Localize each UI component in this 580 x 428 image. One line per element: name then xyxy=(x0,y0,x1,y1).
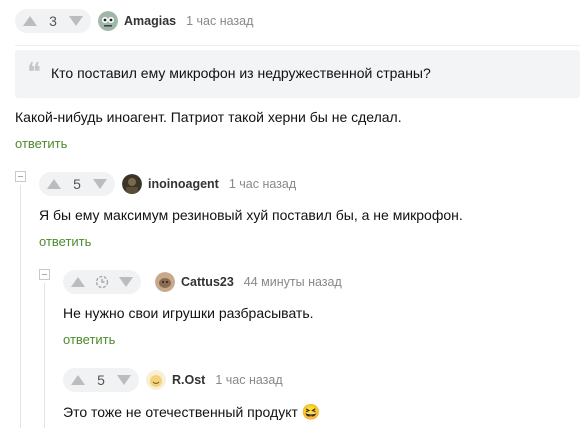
author-name[interactable]: Cattus23 xyxy=(181,275,234,289)
timestamp[interactable]: 1 час назад xyxy=(186,14,253,28)
upvote-button[interactable] xyxy=(71,275,85,289)
comment-text: Это тоже не отечественный продукт 😆 xyxy=(63,403,320,421)
arrow-down-icon xyxy=(117,375,131,385)
downvote-button[interactable] xyxy=(117,373,131,387)
timestamp[interactable]: 1 час назад xyxy=(229,177,296,191)
downvote-button[interactable] xyxy=(93,177,107,191)
score: 5 xyxy=(73,176,81,192)
collapse-thread-button[interactable] xyxy=(39,269,50,280)
upvote-button[interactable] xyxy=(23,14,37,28)
timestamp[interactable]: 44 минуты назад xyxy=(244,275,342,289)
upvote-button[interactable] xyxy=(71,373,85,387)
avatar[interactable] xyxy=(122,174,142,194)
comment-header: Cattus23 44 минуты назад xyxy=(155,272,342,292)
thread-line xyxy=(20,185,21,428)
avatar[interactable] xyxy=(98,11,118,31)
arrow-up-icon xyxy=(71,277,85,287)
reply-link[interactable]: ответить xyxy=(39,234,91,249)
author-name[interactable]: inoinoagent xyxy=(148,177,219,191)
comment-text: Какой-нибудь иноагент. Патриот такой хер… xyxy=(15,109,402,125)
vote-controls xyxy=(63,270,141,294)
vote-controls: 5 xyxy=(39,172,115,196)
timestamp[interactable]: 1 час назад xyxy=(215,373,282,387)
arrow-up-icon xyxy=(23,16,37,26)
quote-block: ❝ Кто поставил ему микрофон из недружест… xyxy=(15,50,580,98)
reply-link[interactable]: ответить xyxy=(63,332,115,347)
comment-header: Amagias 1 час назад xyxy=(98,11,253,31)
clock-icon xyxy=(95,275,109,289)
comment-header: R.Ost 1 час назад xyxy=(146,370,283,390)
quote-icon: ❝ xyxy=(27,58,41,88)
reply-link[interactable]: ответить xyxy=(15,136,67,151)
comment-header: inoinoagent 1 час назад xyxy=(122,174,296,194)
laughing-emoji-icon: 😆 xyxy=(301,404,321,421)
vote-controls: 3 xyxy=(15,9,91,33)
avatar[interactable] xyxy=(146,370,166,390)
score: 5 xyxy=(97,372,105,388)
pending-score xyxy=(95,275,109,289)
arrow-down-icon xyxy=(119,277,133,287)
vote-controls: 5 xyxy=(63,368,139,392)
upvote-button[interactable] xyxy=(47,177,61,191)
arrow-down-icon xyxy=(69,16,83,26)
arrow-up-icon xyxy=(47,179,61,189)
divider xyxy=(15,45,580,46)
arrow-down-icon xyxy=(93,179,107,189)
avatar[interactable] xyxy=(155,272,175,292)
downvote-button[interactable] xyxy=(69,14,83,28)
downvote-button[interactable] xyxy=(119,275,133,289)
collapse-thread-button[interactable] xyxy=(15,171,26,182)
quote-text: Кто поставил ему микрофон из недружестве… xyxy=(51,65,431,81)
comment-text-body: Это тоже не отечественный продукт xyxy=(63,404,298,420)
thread-line xyxy=(44,283,45,428)
arrow-up-icon xyxy=(71,375,85,385)
comment-text: Я бы ему максимум резиновый хуй поставил… xyxy=(39,207,463,223)
score: 3 xyxy=(49,13,57,29)
author-name[interactable]: Amagias xyxy=(124,14,176,28)
comment-text: Не нужно свои игрушки разбрасывать. xyxy=(63,305,314,321)
author-name[interactable]: R.Ost xyxy=(172,373,205,387)
